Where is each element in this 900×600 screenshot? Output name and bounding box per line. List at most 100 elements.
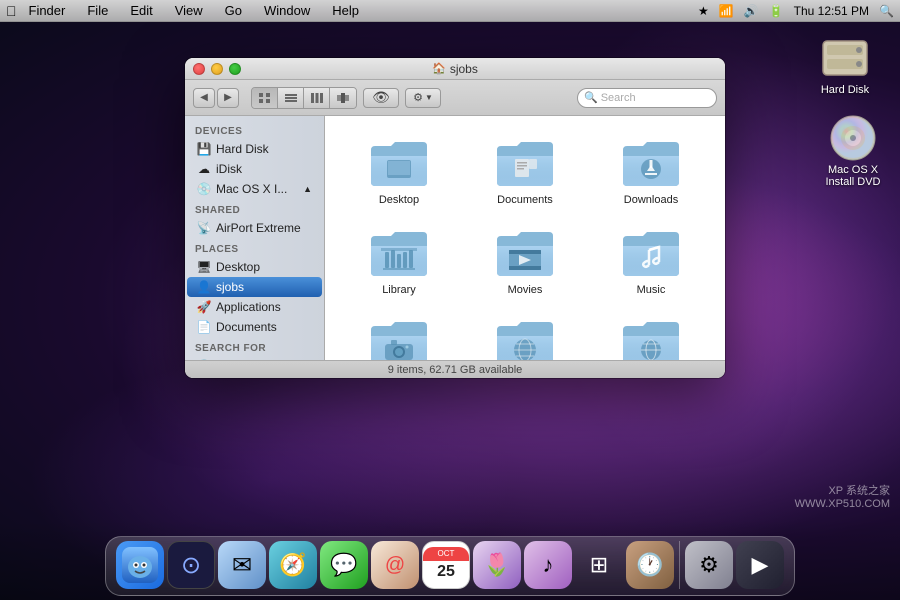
dvd-dock-icon: ▶ <box>736 541 784 589</box>
iphoto-dock-icon: 🌷 <box>473 541 521 589</box>
status-text: 9 items, 62.71 GB available <box>388 364 523 376</box>
menu-view[interactable]: View <box>171 3 207 18</box>
file-item-pictures[interactable]: Pictures <box>341 312 457 360</box>
dock-item-ical[interactable]: OCT 25 <box>422 541 470 589</box>
desktop-sidebar-icon: 🖥 <box>197 260 211 274</box>
safari-dock-icon: 🧭 <box>269 541 317 589</box>
file-item-library[interactable]: Library <box>341 222 457 302</box>
ichat-dock-icon: 💬 <box>320 541 368 589</box>
quicklook-button[interactable]: 👁 <box>363 88 399 108</box>
macosx-sidebar-icon: 💿 <box>197 182 211 196</box>
menu-go[interactable]: Go <box>221 3 246 18</box>
sysprefs-dock-icon: ⚙ <box>685 541 733 589</box>
idisk-sidebar-icon: ☁ <box>197 162 211 176</box>
dock-item-addressbook[interactable]: @ <box>371 541 419 589</box>
spaces-dock-icon: ⊞ <box>575 541 623 589</box>
sidebar-section-places: PLACES <box>185 238 324 257</box>
desktop-icon-harddisk[interactable]: Hard Disk <box>810 30 880 100</box>
menubar:  Finder File Edit View Go Window Help ★… <box>0 0 900 22</box>
file-label-movies: Movies <box>508 284 543 296</box>
addressbook-dock-icon: @ <box>371 541 419 589</box>
menu-help[interactable]: Help <box>328 3 363 18</box>
sidebar-item-desktop[interactable]: 🖥 Desktop <box>187 257 322 277</box>
dock-item-finder[interactable] <box>116 541 164 589</box>
file-item-music[interactable]: Music <box>593 222 709 302</box>
minimize-button[interactable] <box>211 63 223 75</box>
maximize-button[interactable] <box>229 63 241 75</box>
menu-edit[interactable]: Edit <box>126 3 156 18</box>
back-button[interactable]: ◀ <box>193 88 215 108</box>
close-button[interactable] <box>193 63 205 75</box>
applications-sidebar-icon: 🚀 <box>197 300 211 314</box>
sjobs-sidebar-icon: 👤 <box>197 280 211 294</box>
title-bar: 🏠 sjobs <box>185 58 725 80</box>
dock-item-safari[interactable]: 🧭 <box>269 541 317 589</box>
file-label-documents: Documents <box>497 194 553 206</box>
search-box[interactable]: 🔍 Search <box>577 88 717 108</box>
folder-icon-documents <box>495 138 555 190</box>
dashboard-dock-icon: ⊙ <box>167 541 215 589</box>
sidebar-item-applications[interactable]: 🚀 Applications <box>187 297 322 317</box>
dock-separator <box>679 541 680 589</box>
file-item-public[interactable]: Public <box>467 312 583 360</box>
file-item-documents[interactable]: Documents <box>467 132 583 212</box>
menubar-items: Finder File Edit View Go Window Help <box>25 3 364 18</box>
menu-window[interactable]: Window <box>260 3 314 18</box>
harddisk-icon <box>821 34 869 82</box>
menubar-right: ★ 📶 🔊 🔋 Thu 12:51 PM 🔍 <box>698 4 894 18</box>
file-item-downloads[interactable]: Downloads <box>593 132 709 212</box>
folder-icon-downloads <box>621 138 681 190</box>
folder-icon-library <box>369 228 429 280</box>
folder-icon-music <box>621 228 681 280</box>
spotlight-icon[interactable]: 🔍 <box>879 4 894 18</box>
toolbar: ◀ ▶ 👁 ⚙ ▼ <box>185 80 725 116</box>
sidebar-item-idisk[interactable]: ☁ iDisk <box>187 159 322 179</box>
clock: Thu 12:51 PM <box>794 4 869 18</box>
airport-sidebar-icon: 📡 <box>197 221 211 235</box>
view-buttons <box>251 87 357 109</box>
nav-buttons: ◀ ▶ <box>193 88 239 108</box>
dock-item-sysprefs[interactable]: ⚙ <box>685 541 733 589</box>
action-button[interactable]: ⚙ ▼ <box>405 88 441 108</box>
volume-icon[interactable]: 🔊 <box>744 4 759 18</box>
dock-item-timemachine[interactable]: 🕐 <box>626 541 674 589</box>
timemachine-dock-icon: 🕐 <box>626 541 674 589</box>
coverflow-view-button[interactable] <box>330 88 356 108</box>
sidebar: DEVICES 💾 Hard Disk ☁ iDisk 💿 Mac OS X I… <box>185 116 325 360</box>
icon-view-button[interactable] <box>252 88 278 108</box>
sidebar-item-harddisk[interactable]: 💾 Hard Disk <box>187 139 322 159</box>
battery-icon[interactable]: 🔋 <box>769 4 784 18</box>
forward-button[interactable]: ▶ <box>217 88 239 108</box>
folder-icon-pictures <box>369 318 429 360</box>
dvd-label: Mac OS X Install DVD <box>822 164 884 188</box>
dock-item-dashboard[interactable]: ⊙ <box>167 541 215 589</box>
desktop-icon-dvd[interactable]: Mac OS X Install DVD <box>818 110 888 192</box>
sidebar-item-documents[interactable]: 📄 Documents <box>187 317 322 337</box>
list-view-button[interactable] <box>278 88 304 108</box>
dock-item-spaces[interactable]: ⊞ <box>575 541 623 589</box>
dock-item-itunes[interactable]: ♪ <box>524 541 572 589</box>
sidebar-section-devices: DEVICES <box>185 120 324 139</box>
menu-finder[interactable]: Finder <box>25 3 70 18</box>
bluetooth-icon[interactable]: ★ <box>698 4 709 18</box>
mail-dock-icon: ✉ <box>218 541 266 589</box>
main-area: DEVICES 💾 Hard Disk ☁ iDisk 💿 Mac OS X I… <box>185 116 725 360</box>
sidebar-section-shared: SHARED <box>185 199 324 218</box>
watermark: XP 系统之家 WWW.XP510.COM <box>795 482 890 510</box>
menu-file[interactable]: File <box>83 3 112 18</box>
sidebar-item-sjobs[interactable]: 👤 sjobs <box>187 277 322 297</box>
wifi-icon[interactable]: 📶 <box>719 4 734 18</box>
dock-item-iphoto[interactable]: 🌷 <box>473 541 521 589</box>
dock-item-mail[interactable]: ✉ <box>218 541 266 589</box>
finder-dock-icon <box>116 541 164 589</box>
sidebar-item-macosx[interactable]: 💿 Mac OS X I... ▲ <box>187 179 322 199</box>
dock-item-ichat[interactable]: 💬 <box>320 541 368 589</box>
file-item-sites[interactable]: Sites <box>593 312 709 360</box>
sidebar-item-airport[interactable]: 📡 AirPort Extreme <box>187 218 322 238</box>
file-label-downloads: Downloads <box>624 194 678 206</box>
apple-menu[interactable]:  <box>6 3 17 19</box>
file-item-desktop[interactable]: Desktop <box>341 132 457 212</box>
file-item-movies[interactable]: Movies <box>467 222 583 302</box>
column-view-button[interactable] <box>304 88 330 108</box>
dock-item-dvd[interactable]: ▶ <box>736 541 784 589</box>
